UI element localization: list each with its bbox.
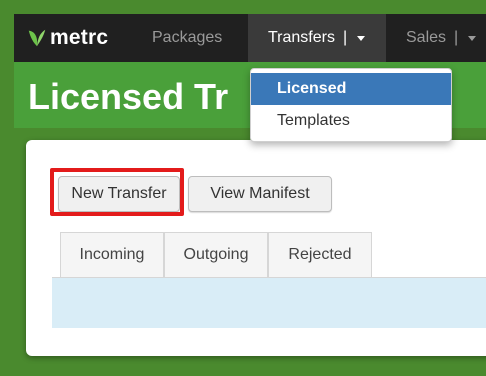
tab-incoming[interactable]: Incoming <box>60 232 164 278</box>
nav-sales-label: Sales <box>406 29 447 46</box>
metrc-leaf-icon <box>28 29 46 47</box>
transfers-panel: New Transfer View Manifest Incoming Outg… <box>26 140 486 356</box>
nav-separator: | <box>342 29 348 46</box>
tab-content-area <box>52 278 486 328</box>
page-title: Licensed Tr <box>28 76 229 117</box>
caret-down-icon[interactable] <box>357 35 366 41</box>
brand-name: metrc <box>50 26 109 49</box>
transfer-tabs: Incoming Outgoing Rejected <box>52 228 486 278</box>
view-manifest-button[interactable]: View Manifest <box>188 176 332 212</box>
menu-item-templates[interactable]: Templates <box>251 105 451 137</box>
highlight-box <box>50 168 184 216</box>
menu-item-licensed[interactable]: Licensed <box>251 73 451 105</box>
top-navbar: metrc Packages Transfers | Sales | <box>14 14 486 62</box>
nav-separator: | <box>454 29 459 46</box>
caret-down-icon[interactable] <box>468 35 477 41</box>
nav-packages[interactable]: Packages <box>152 14 222 62</box>
brand-logo[interactable]: metrc <box>26 26 108 50</box>
nav-transfers-label: Transfers <box>268 29 335 46</box>
tab-rejected[interactable]: Rejected <box>268 232 372 278</box>
app-window: metrc Packages Transfers | Sales | Licen… <box>0 0 486 376</box>
nav-packages-label: Packages <box>152 29 223 46</box>
transfers-dropdown-menu: Licensed Templates <box>250 68 452 142</box>
nav-transfers[interactable]: Transfers | <box>248 14 386 62</box>
nav-sales[interactable]: Sales | <box>406 14 477 62</box>
tab-outgoing[interactable]: Outgoing <box>164 232 268 278</box>
